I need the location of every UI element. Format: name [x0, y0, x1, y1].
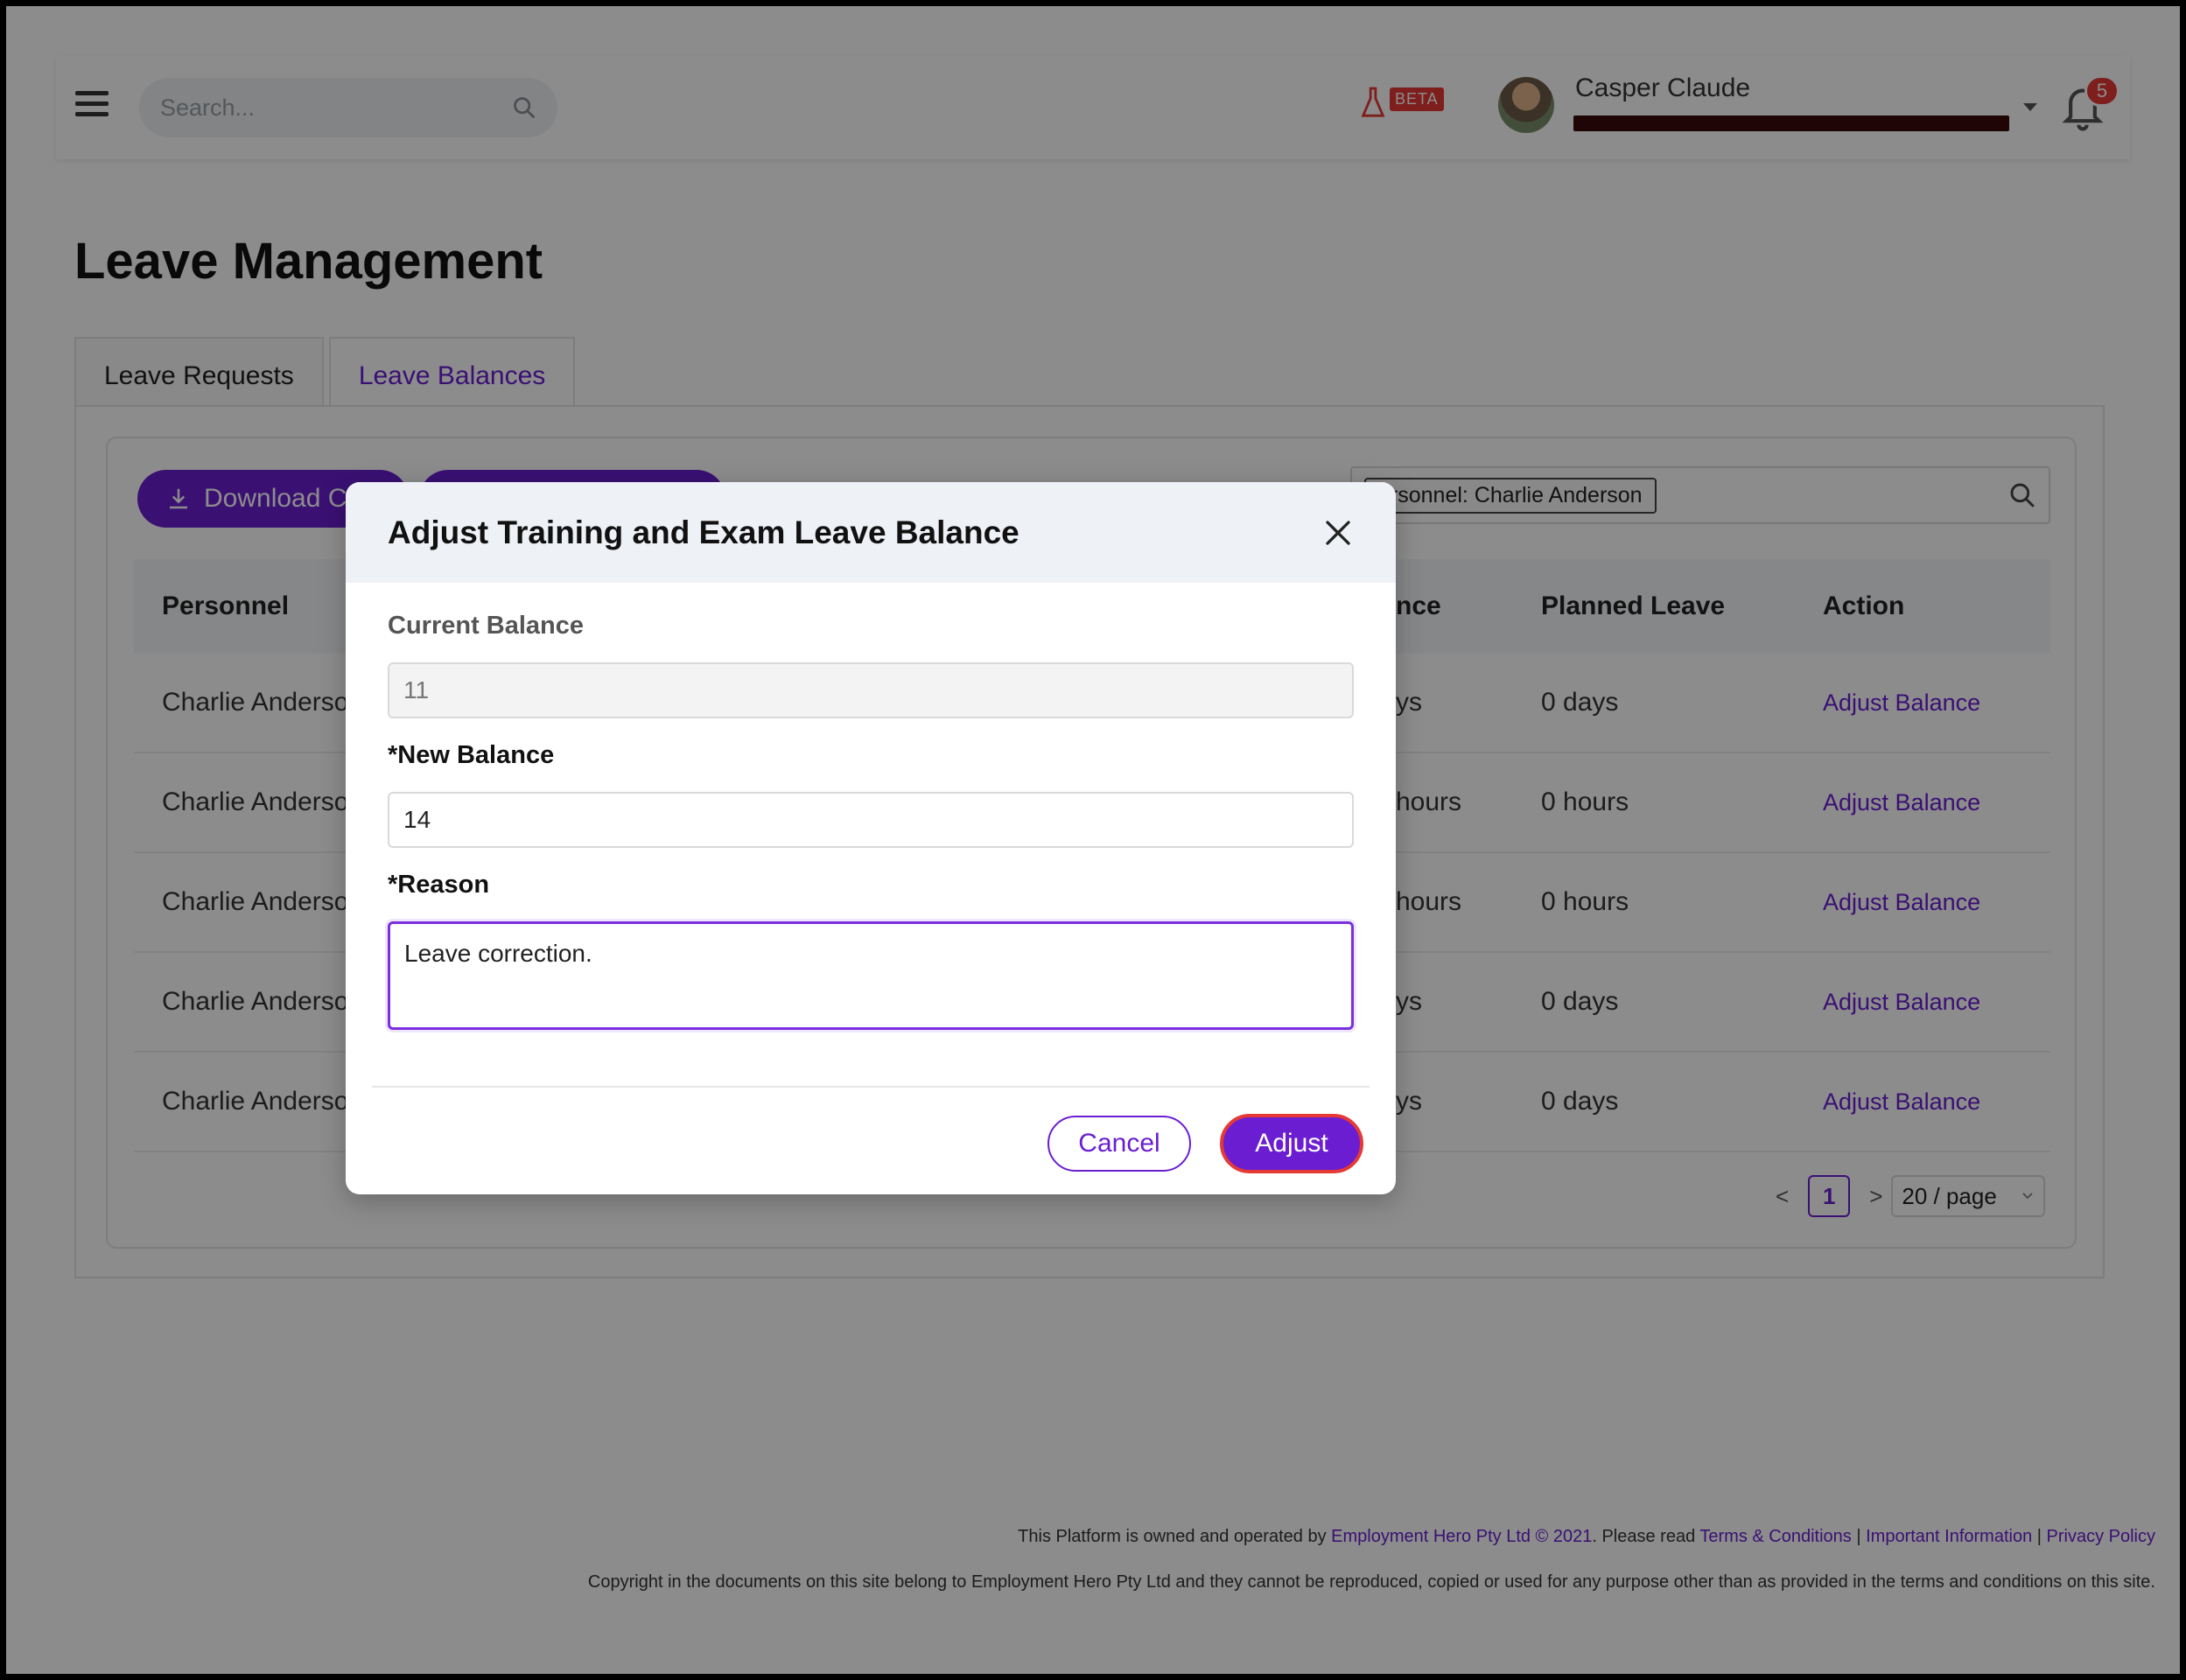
current-balance-label: Current Balance — [388, 612, 585, 640]
app-window: BETA Casper Claude 5 Leave Management Le… — [6, 6, 2180, 1674]
adjust-balance-modal: Adjust Training and Exam Leave Balance C… — [346, 482, 1396, 1194]
close-icon[interactable] — [1322, 517, 1354, 549]
cancel-button[interactable]: Cancel — [1047, 1116, 1191, 1172]
current-balance-field — [388, 662, 1354, 718]
new-balance-label: *New Balance — [388, 741, 555, 769]
modal-header: Adjust Training and Exam Leave Balance — [346, 482, 1396, 583]
new-balance-input[interactable] — [388, 792, 1354, 848]
reason-textarea[interactable]: Leave correction. — [388, 921, 1354, 1030]
modal-title: Adjust Training and Exam Leave Balance — [388, 514, 1019, 550]
reason-label: *Reason — [388, 871, 490, 899]
modal-divider — [372, 1086, 1370, 1088]
adjust-button[interactable]: Adjust — [1220, 1114, 1363, 1173]
